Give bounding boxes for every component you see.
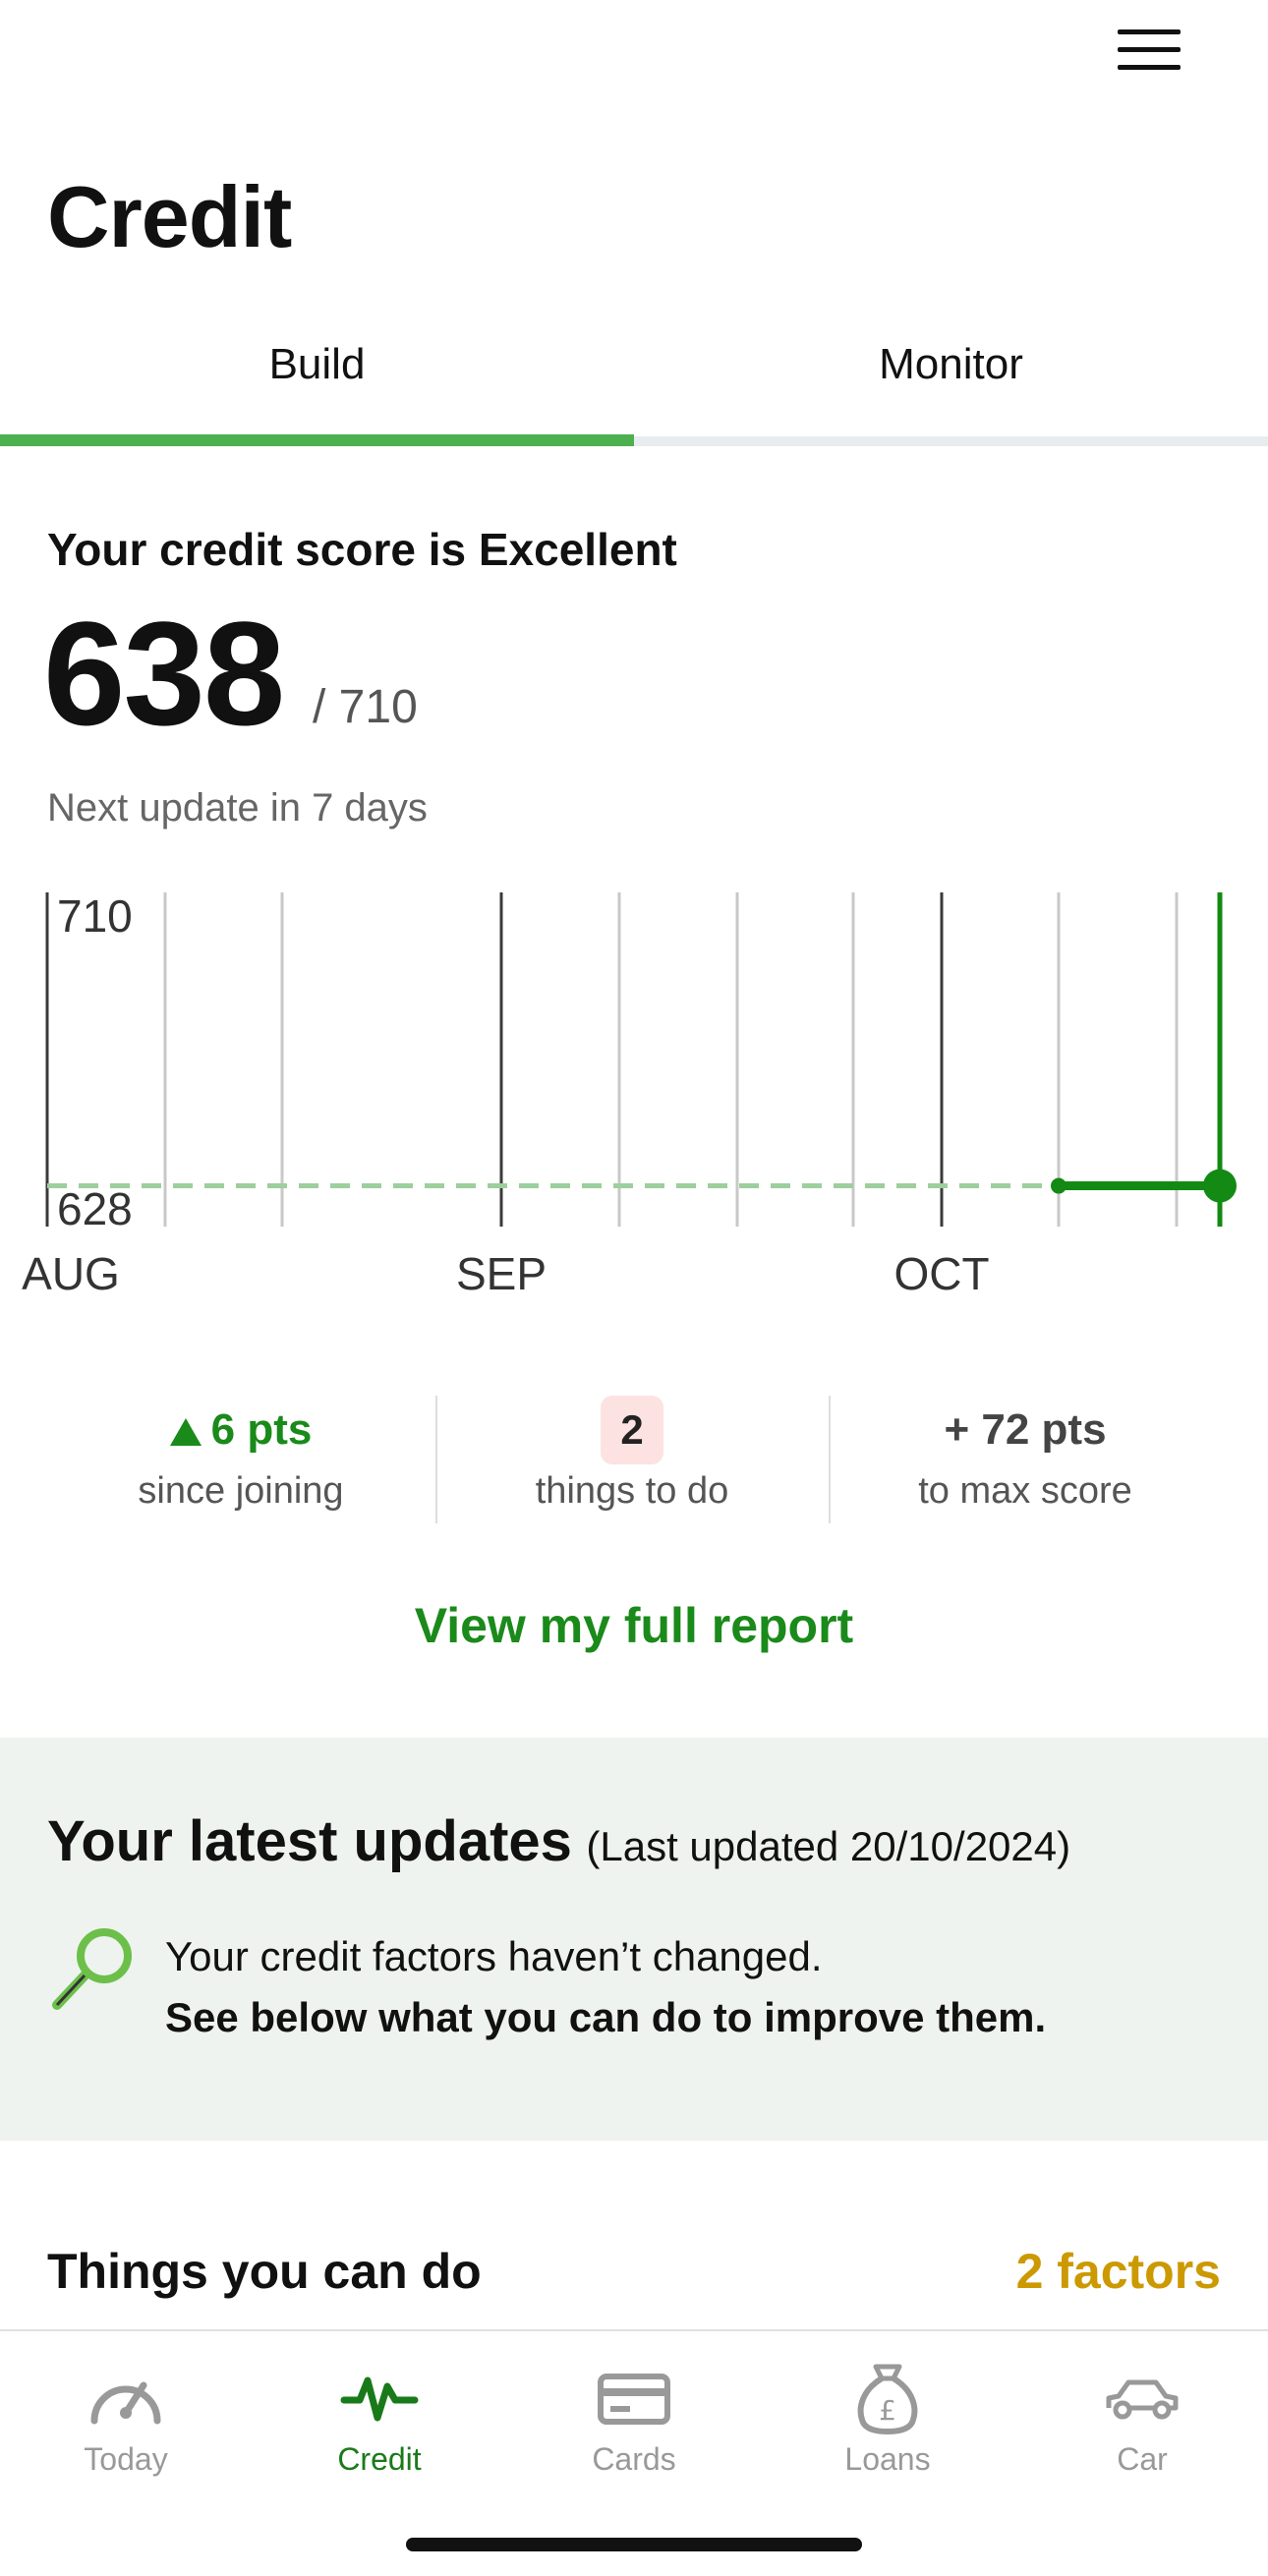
- chart-x-label: SEP: [456, 1248, 547, 1299]
- updates-line-1: Your credit factors haven’t changed.: [165, 1933, 823, 1979]
- chart-x-label: AUG: [22, 1248, 120, 1299]
- stat-to-max-value: + 72 pts: [944, 1405, 1107, 1454]
- chart-y-label-max: 710: [57, 890, 133, 942]
- hamburger-menu-icon[interactable]: [1116, 28, 1182, 71]
- speedometer-icon: [90, 2381, 161, 2425]
- chart-point-current: [1203, 1169, 1237, 1203]
- next-update-text: Next update in 7 days: [47, 786, 428, 830]
- score-history-chart: 710 628 AUG SEP OCT: [0, 865, 1268, 1317]
- latest-updates-panel: Your latest updates (Last updated 20/10/…: [0, 1738, 1268, 2141]
- stat-to-max: + 72 pts to max score: [829, 1396, 1222, 1513]
- stat-since-joining: 6 pts since joining: [44, 1396, 437, 1513]
- nav-credit[interactable]: Credit: [281, 2359, 478, 2478]
- view-full-report-link[interactable]: View my full report: [0, 1597, 1268, 1654]
- nav-car-label: Car: [1117, 2441, 1168, 2477]
- chart-point: [1051, 1177, 1066, 1194]
- things-you-can-do-title: Things you can do: [47, 2244, 482, 2299]
- money-bag-icon: £: [857, 2364, 918, 2434]
- active-tab-indicator: [0, 434, 634, 446]
- nav-car[interactable]: Car: [1044, 2359, 1240, 2478]
- nav-cards[interactable]: Cards: [536, 2359, 732, 2478]
- updates-body: Your credit factors haven’t changed. See…: [165, 1926, 1046, 2048]
- things-to-do-badge: 2: [601, 1396, 663, 1464]
- nav-today[interactable]: Today: [28, 2359, 224, 2478]
- credit-screen: Credit Build Monitor Your credit score i…: [0, 0, 1268, 2576]
- pulse-icon: [340, 2376, 419, 2422]
- page-title: Credit: [47, 168, 292, 265]
- home-indicator: [406, 2538, 862, 2551]
- svg-text:£: £: [879, 2394, 896, 2427]
- nav-today-label: Today: [84, 2441, 168, 2477]
- stat-things-to-do[interactable]: 2 things to do: [435, 1396, 829, 1513]
- tab-track: [634, 436, 1268, 446]
- card-icon: [598, 2374, 670, 2425]
- credit-score-value: 638: [43, 591, 285, 756]
- updates-line-2: See below what you can do to improve the…: [165, 1994, 1047, 2040]
- nav-loans[interactable]: £ Loans: [789, 2359, 986, 2478]
- chart-svg: 710 628 AUG SEP OCT: [22, 890, 1237, 1299]
- nav-loans-label: Loans: [844, 2441, 931, 2477]
- score-stats: 6 pts since joining 2 things to do + 72 …: [0, 1386, 1268, 1523]
- score-heading: Your credit score is Excellent: [47, 524, 677, 575]
- up-triangle-icon: [169, 1418, 202, 1446]
- updates-title: Your latest updates (Last updated 20/10/…: [47, 1808, 1070, 1874]
- tab-bar: Build Monitor: [0, 324, 1268, 446]
- stat-things-to-do-label: things to do: [535, 1470, 729, 1512]
- stat-since-joining-value: 6 pts: [210, 1405, 313, 1454]
- updates-date: (Last updated 20/10/2024): [586, 1823, 1071, 1869]
- nav-cards-label: Cards: [592, 2441, 676, 2477]
- nav-credit-label: Credit: [337, 2441, 422, 2477]
- chart-x-label: OCT: [893, 1248, 989, 1299]
- stat-since-joining-label: since joining: [138, 1470, 344, 1512]
- tab-monitor[interactable]: Monitor: [634, 324, 1268, 446]
- car-icon: [1106, 2379, 1179, 2420]
- stat-to-max-label: to max score: [918, 1470, 1132, 1512]
- tab-build[interactable]: Build: [0, 324, 634, 446]
- chart-y-label-min: 628: [57, 1183, 133, 1234]
- factors-count[interactable]: 2 factors: [1016, 2243, 1221, 2300]
- credit-score-max: / 710: [313, 681, 418, 733]
- updates-title-text: Your latest updates: [47, 1809, 572, 1873]
- magnifying-glass-icon: [52, 1928, 132, 2010]
